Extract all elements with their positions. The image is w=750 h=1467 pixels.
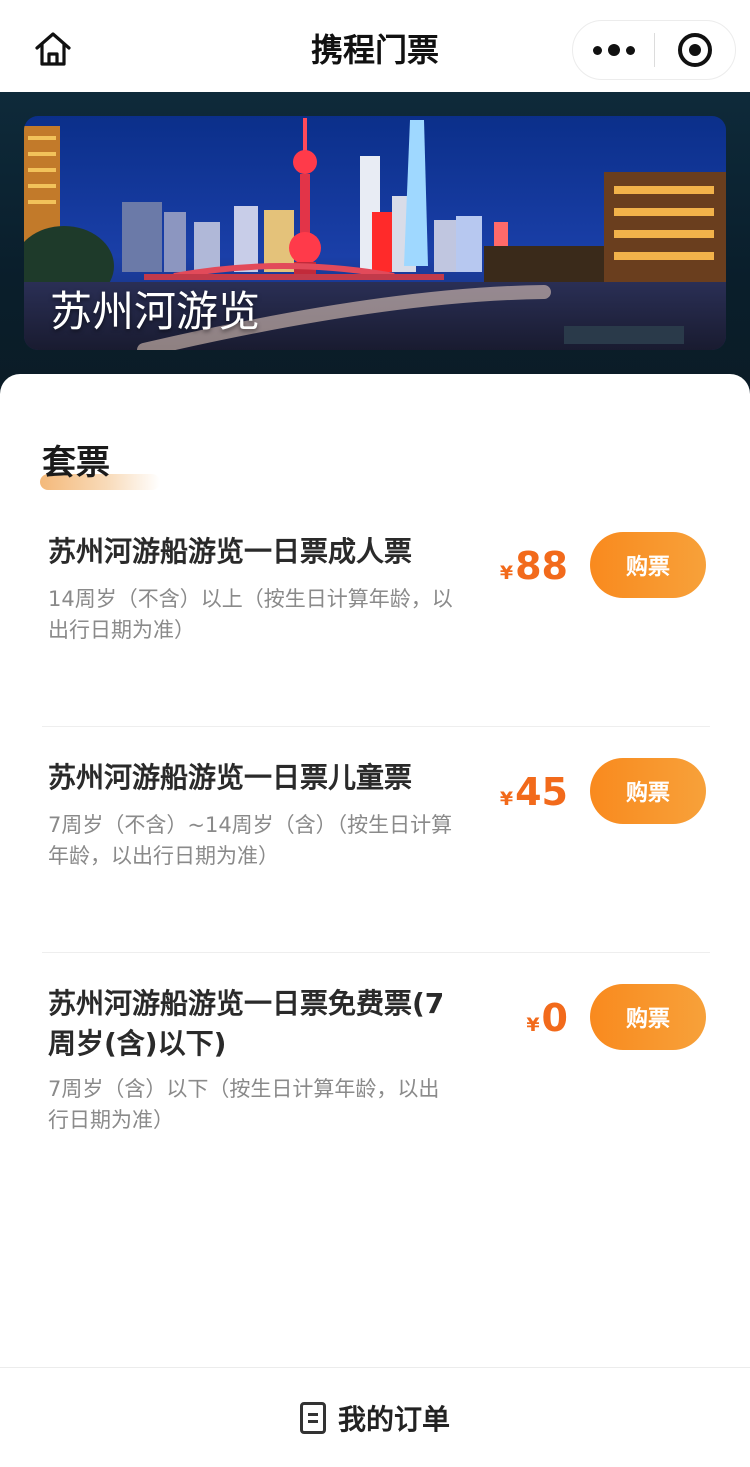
mini-program-capsule <box>572 20 736 80</box>
banner-title: 苏州河游览 <box>50 287 261 336</box>
my-orders-label: 我的订单 <box>337 1402 450 1436</box>
ticket-description: 7周岁（不含）~14周岁（含）（按生日计算年龄，以出行日期为准） <box>48 813 453 868</box>
divider <box>42 952 710 953</box>
currency-symbol: ¥ <box>526 1014 540 1036</box>
ticket-price: ¥ 0 <box>526 996 568 1040</box>
currency-symbol: ¥ <box>499 562 514 584</box>
ticket-price: ¥ 88 <box>500 544 568 588</box>
currency-symbol: ¥ <box>499 788 514 810</box>
section-title: 套票 <box>42 443 110 483</box>
buy-button[interactable]: 购票 <box>590 532 706 598</box>
ticket-description: 14周岁（不含）以上（按生日计算年龄，以出行日期为准） <box>48 587 453 642</box>
buy-button[interactable]: 购票 <box>590 984 706 1050</box>
ticket-description: 7周岁（含）以下（按生日计算年龄，以出行日期为准） <box>48 1077 440 1132</box>
ticket-name: 苏州河游船游览一日票儿童票 <box>48 761 413 794</box>
more-dots-icon[interactable] <box>573 20 654 80</box>
divider <box>42 726 710 727</box>
buy-button[interactable]: 购票 <box>590 758 706 824</box>
ticket-name: 苏州河游船游览一日票成人票 <box>48 535 413 568</box>
price-value: 0 <box>541 996 568 1040</box>
banner-image: 苏州河游览 <box>24 116 726 350</box>
ticket-item: 苏州河游船游览一日票免费票(7周岁(含)以下) 7周岁（含）以下（按生日计算年龄… <box>0 984 750 1204</box>
main-content: 套票 苏州河游船游览一日票成人票 14周岁（不含）以上（按生日计算年龄，以出行日… <box>0 374 750 1367</box>
hero-section: 苏州河游览 <box>0 92 750 402</box>
price-value: 45 <box>515 770 568 814</box>
ticket-price: ¥ 45 <box>500 770 568 814</box>
ticket-name: 苏州河游船游览一日票免费票(7周岁(含)以下) <box>48 987 445 1060</box>
price-value: 88 <box>515 544 568 588</box>
nav-bar: 携程门票 <box>0 0 750 92</box>
order-list-icon <box>299 1401 326 1434</box>
ticket-item: 苏州河游船游览一日票儿童票 7周岁（不含）~14周岁（含）（按生日计算年龄，以出… <box>0 758 750 948</box>
my-orders-button[interactable]: 我的订单 <box>0 1367 750 1467</box>
target-close-icon[interactable] <box>655 20 735 80</box>
ticket-item: 苏州河游船游览一日票成人票 14周岁（不含）以上（按生日计算年龄，以出行日期为准… <box>0 532 750 722</box>
